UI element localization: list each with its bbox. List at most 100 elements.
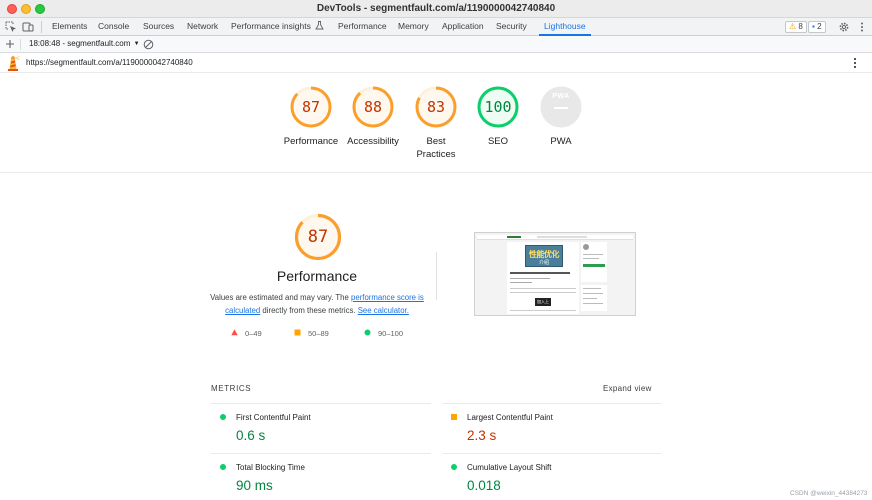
thumb-sidebar-list [581, 285, 607, 311]
thumb-avatar [583, 244, 589, 250]
tab-console[interactable]: Console [98, 18, 129, 36]
thumb-line [510, 310, 576, 311]
red-triangle-icon [231, 329, 238, 336]
thumb-line [510, 282, 532, 283]
metric-tbt-name: Total Blocking Time [236, 463, 305, 472]
thumb-line [510, 272, 570, 274]
performance-description: Values are estimated and may vary. The p… [205, 292, 429, 317]
metric-divider [211, 403, 431, 404]
warnings-badge[interactable]: ⚠ 8 [785, 21, 807, 33]
new-report-icon[interactable] [5, 39, 15, 49]
report-selector[interactable]: 18:08:48 - segmentfault.com ▼ [29, 39, 140, 48]
metric-fcp-value: 0.6 s [236, 428, 266, 443]
desc-text-1: Values are estimated and may vary. The [210, 293, 352, 302]
warning-icon: ⚠ [789, 22, 797, 31]
title-bar: DevTools - segmentfault.com/a/1190000042… [0, 0, 872, 18]
gauge-best-practices-score: 83 [426, 98, 446, 116]
metric-lcp-name: Largest Contentful Paint [467, 413, 553, 422]
toolbar-separator [20, 39, 21, 50]
gauge-performance[interactable]: 87 [290, 86, 332, 128]
metric-tbt-pass-icon [220, 464, 226, 470]
tab-elements[interactable]: Elements [52, 18, 87, 36]
green-circle-icon [364, 329, 371, 336]
final-screenshot[interactable]: 性能优化 介绍 加入上 [474, 232, 636, 316]
thumb-line [583, 254, 603, 255]
tab-performance-insights-label: Performance insights [231, 21, 311, 31]
report-menu-icon[interactable] [850, 57, 860, 69]
performance-title: Performance [276, 268, 358, 284]
gauge-accessibility[interactable]: 88 [352, 86, 394, 128]
calculator-link[interactable]: See calculator. [358, 306, 409, 315]
performance-main-gauge: 87 [294, 213, 342, 261]
section-divider [0, 172, 872, 173]
tab-network[interactable]: Network [187, 18, 218, 36]
chevron-down-icon: ▼ [133, 41, 140, 47]
thumb-banner: 性能优化 介绍 [525, 245, 563, 267]
gauge-performance-score: 87 [301, 98, 321, 116]
thumb-line [583, 298, 597, 299]
more-options-icon[interactable] [856, 21, 868, 33]
experiment-flask-icon [315, 21, 324, 30]
thumb-cta: 加入上 [535, 298, 551, 306]
legend-average-range: 50–89 [308, 329, 329, 338]
metric-lcp-value: 2.3 s [467, 428, 497, 443]
clear-reports-icon[interactable] [143, 39, 154, 50]
gauge-best-practices[interactable]: 83 [415, 86, 457, 128]
metric-cls-name: Cumulative Layout Shift [467, 463, 552, 472]
thumb-logo [507, 236, 521, 238]
gauge-seo-score: 100 [484, 98, 512, 116]
metric-cls-pass-icon [451, 464, 457, 470]
thumb-line [583, 258, 599, 259]
gauge-accessibility-score: 88 [363, 98, 383, 116]
thumb-banner-sub: 介绍 [538, 260, 549, 266]
vertical-separator [436, 252, 437, 300]
tab-sources[interactable]: Sources [143, 18, 174, 36]
tab-bar-separator [41, 21, 42, 33]
performance-main-score: 87 [307, 227, 329, 247]
thumb-follow-button [583, 264, 605, 267]
thumb-sidebar-card [581, 242, 607, 282]
gear-icon[interactable] [838, 21, 850, 33]
metric-divider [211, 453, 431, 454]
report-url: https://segmentfault.com/a/1190000042740… [26, 58, 193, 67]
legend-average: 50–89 [294, 329, 329, 338]
gauge-pwa[interactable]: PWA [540, 86, 582, 128]
gauge-pwa-label: PWA [550, 136, 572, 147]
messages-badge[interactable]: ▪ 2 [808, 21, 826, 33]
tab-lighthouse[interactable]: Lighthouse [539, 18, 591, 36]
report-selector-label: 18:08:48 - segmentfault.com [29, 39, 131, 48]
tab-security[interactable]: Security [496, 18, 527, 36]
message-icon: ▪ [812, 22, 815, 31]
metrics-heading: METRICS [211, 384, 252, 393]
metric-divider [443, 453, 661, 454]
watermark: CSDN @weixin_44384273 [790, 490, 868, 497]
tab-performance[interactable]: Performance [338, 18, 387, 36]
thumb-nav [537, 236, 587, 238]
metric-cls-value: 0.018 [467, 478, 501, 493]
thumb-line [510, 288, 576, 289]
inspect-element-icon[interactable] [5, 21, 17, 33]
legend-pass: 90–100 [364, 329, 403, 338]
thumb-line [583, 293, 603, 294]
gauge-seo[interactable]: 100 [477, 86, 519, 128]
tab-memory[interactable]: Memory [398, 18, 429, 36]
thumb-article: 性能优化 介绍 加入上 [507, 242, 579, 314]
tab-application[interactable]: Application [442, 18, 484, 36]
thumb-cta-text: 加入上 [537, 299, 549, 304]
legend-fail-range: 0–49 [245, 329, 262, 338]
orange-square-icon [294, 329, 301, 336]
thumb-line [583, 303, 603, 304]
metric-lcp-average-icon [451, 414, 457, 420]
device-toolbar-icon[interactable] [22, 21, 34, 33]
legend-pass-range: 90–100 [378, 329, 404, 338]
legend-fail: 0–49 [231, 329, 262, 338]
messages-count: 2 [817, 22, 822, 31]
metric-tbt-value: 90 ms [236, 478, 273, 493]
thumb-line [510, 278, 550, 279]
expand-view-button[interactable]: Expand view [603, 384, 652, 393]
report-url-bar: https://segmentfault.com/a/1190000042740… [0, 53, 872, 73]
tab-performance-insights[interactable]: Performance insights [231, 18, 324, 36]
metric-fcp-name: First Contentful Paint [236, 413, 311, 422]
thumb-line [510, 292, 576, 293]
window-title: DevTools - segmentfault.com/a/1190000042… [316, 3, 556, 14]
